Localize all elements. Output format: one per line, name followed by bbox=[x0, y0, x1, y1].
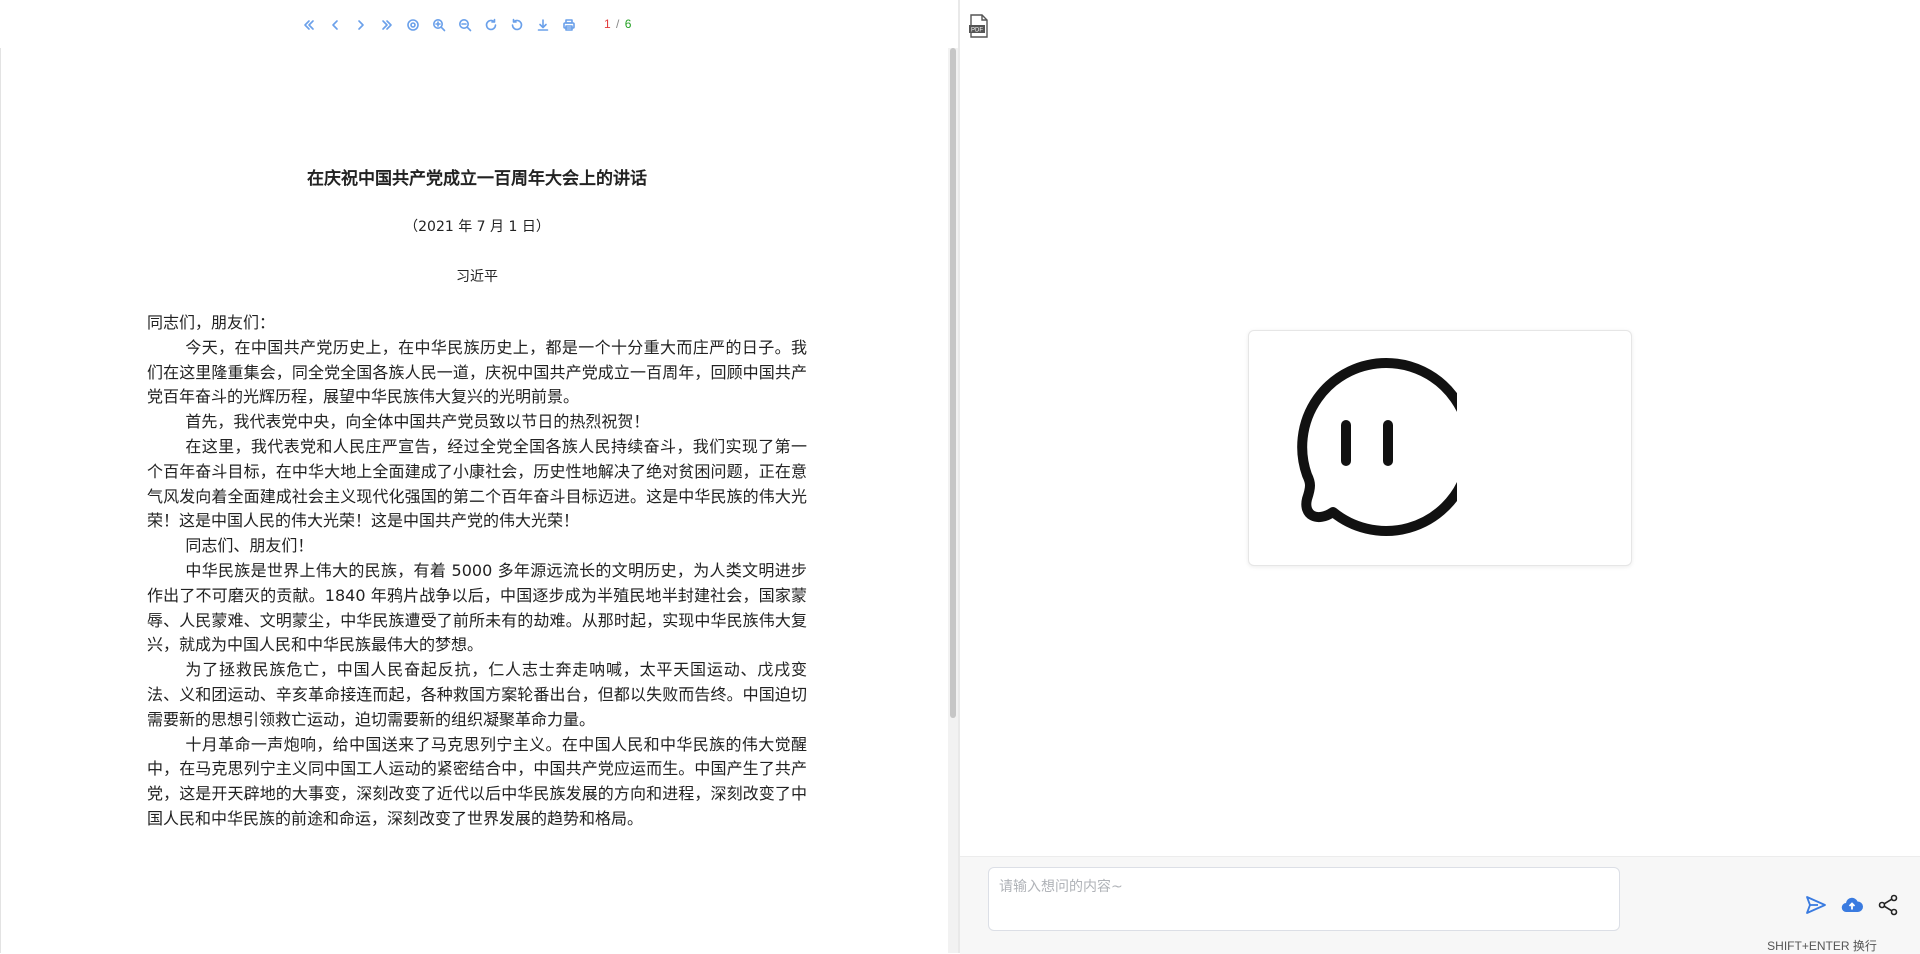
rotate-cw-icon[interactable] bbox=[482, 16, 500, 34]
page-indicator: 1 / 6 bbox=[604, 17, 631, 31]
paragraph: 为了拯救民族危亡，中国人民奋起反抗，仁人志士奔走呐喊，太平天国运动、戊戌变法、义… bbox=[147, 660, 807, 729]
document-author: 习近平 bbox=[456, 269, 498, 285]
page-separator: / bbox=[616, 17, 620, 31]
chat-composer: SHIFT+ENTER 换行 bbox=[960, 856, 1920, 954]
paragraph: 同志们、朋友们！ bbox=[185, 536, 314, 556]
zoom-in-icon[interactable] bbox=[430, 16, 448, 34]
total-pages: 6 bbox=[624, 17, 632, 31]
pdf-toolbar: 1 / 6 bbox=[0, 0, 958, 49]
next-page-icon[interactable] bbox=[352, 16, 370, 34]
paragraph: 中华民族是世界上伟大的民族，有着 5000 多年源远流长的文明历史，为人类文明进… bbox=[147, 560, 807, 655]
share-icon[interactable] bbox=[1876, 893, 1900, 917]
toolbar-buttons bbox=[300, 15, 578, 35]
newline-hint: SHIFT+ENTER 换行 bbox=[1767, 939, 1877, 953]
download-icon[interactable] bbox=[534, 16, 552, 34]
document-scroll-area[interactable]: 在庆祝中国共产党成立一百周年大会上的讲话 （2021 年 7 月 1 日） 习近… bbox=[0, 48, 959, 953]
pdf-file-icon[interactable]: PDF bbox=[968, 14, 990, 38]
svg-text:PDF: PDF bbox=[971, 28, 983, 34]
question-input[interactable] bbox=[988, 867, 1620, 931]
last-page-icon[interactable] bbox=[378, 16, 396, 34]
welcome-card bbox=[1248, 330, 1632, 566]
fit-icon[interactable] bbox=[404, 16, 422, 34]
current-page: 1 bbox=[604, 17, 611, 31]
first-page-icon[interactable] bbox=[300, 16, 318, 34]
paragraph: 今天，在中国共产党历史上，在中华民族历史上，都是一个十分重大而庄严的日子。我们在… bbox=[147, 337, 807, 407]
paragraph-salutation: 同志们，朋友们： bbox=[147, 313, 276, 332]
rotate-ccw-icon[interactable] bbox=[508, 16, 526, 34]
paragraph: 首先，我代表党中央，向全体中国共产党员致以节日的热烈祝贺！ bbox=[185, 412, 650, 432]
prev-page-icon[interactable] bbox=[326, 16, 344, 34]
print-icon[interactable] bbox=[560, 16, 578, 34]
paragraph: 十月革命一声炮响，给中国送来了马克思列宁主义。在中国人民和中华民族的伟大觉醒中，… bbox=[147, 734, 807, 828]
zoom-out-icon[interactable] bbox=[456, 16, 474, 34]
cloud-upload-icon[interactable] bbox=[1840, 893, 1864, 917]
paragraph: 在这里，我代表党和人民庄严宣告，经过全党全国各族人民持续奋斗，我们实现了第一个百… bbox=[147, 436, 807, 531]
send-icon[interactable] bbox=[1804, 893, 1828, 917]
document-date: （2021 年 7 月 1 日） bbox=[404, 219, 550, 235]
pdf-viewer: 1 / 6 在庆祝中国共产党成立一百周年大会上的讲话 （2021 年 7 月 1… bbox=[0, 0, 959, 953]
document-body: 同志们，朋友们： 今天，在中国共产党历史上，在中华民族历史上，都是一个十分重大而… bbox=[147, 311, 807, 832]
document-title: 在庆祝中国共产党成立一百周年大会上的讲话 bbox=[307, 169, 647, 189]
chat-bubble-logo-icon bbox=[1297, 358, 1457, 536]
chat-panel: PDF SH bbox=[960, 0, 1920, 954]
vertical-scrollbar-thumb[interactable] bbox=[950, 48, 956, 718]
